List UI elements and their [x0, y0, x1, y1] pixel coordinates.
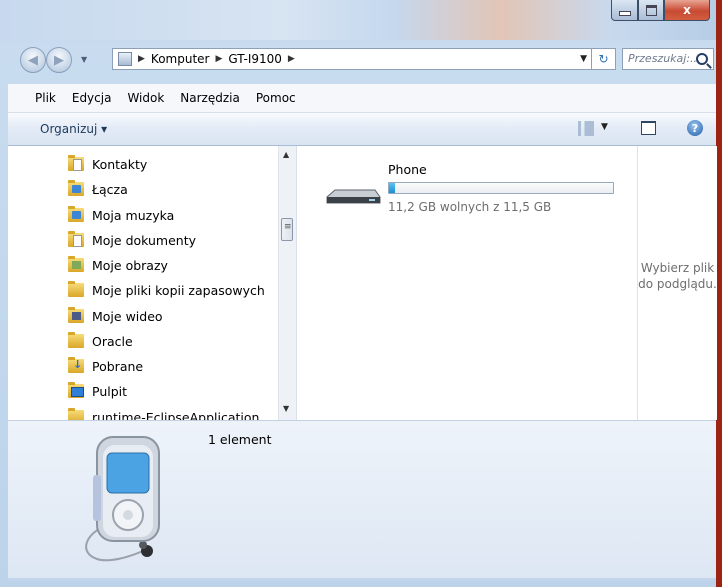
nav-item-runtime[interactable]: runtime-EclipseApplication [68, 406, 259, 420]
change-view-icon[interactable] [578, 121, 594, 136]
command-bar: Organizuj ▾ ▼ ? [8, 113, 716, 146]
links-folder-icon [68, 180, 84, 196]
scrollbar-thumb[interactable] [281, 218, 293, 241]
address-bar[interactable]: ▶ Komputer ▶ GT-I9100 ▶ ▼ [112, 48, 592, 70]
computer-icon [118, 52, 132, 66]
view-options-dropdown-icon[interactable]: ▼ [601, 122, 608, 132]
back-arrow-icon: ◀ [28, 52, 38, 68]
breadcrumb-chevron-icon[interactable]: ▶ [138, 54, 145, 64]
folder-icon [68, 408, 84, 420]
maximize-icon [645, 4, 657, 16]
menu-tools[interactable]: Narzędzia [172, 91, 248, 105]
close-icon: x [683, 3, 691, 17]
downloads-folder-icon [68, 357, 84, 373]
menu-view[interactable]: Widok [119, 91, 172, 105]
details-pane: 1 element [8, 420, 716, 579]
refresh-button[interactable]: ↻ [592, 48, 616, 70]
minimize-button[interactable] [611, 0, 638, 21]
breadcrumb-chevron-icon[interactable]: ▶ [288, 54, 295, 64]
preview-pane: Wybierz plik do podglądu. [637, 146, 717, 420]
menu-help[interactable]: Pomoc [248, 91, 304, 105]
scroll-up-icon[interactable]: ▲ [283, 150, 289, 159]
organize-button[interactable]: Organizuj ▾ [40, 122, 107, 136]
search-input[interactable]: Przeszukaj:... [622, 48, 714, 70]
nav-item-moje-dokumenty[interactable]: Moje dokumenty [68, 229, 196, 251]
maximize-button[interactable] [638, 0, 664, 21]
nav-item-label: Kontakty [92, 156, 148, 172]
nav-item-label: Moje obrazy [92, 257, 168, 273]
videos-folder-icon [68, 307, 84, 323]
drive-usage-fill [389, 183, 395, 193]
nav-item-label: runtime-EclipseApplication [92, 409, 260, 421]
nav-item-pobrane[interactable]: Pobrane [68, 355, 143, 377]
breadcrumb-device[interactable]: GT-I9100 [228, 52, 282, 66]
nav-item-label: Pulpit [92, 383, 128, 399]
nav-item-label: Moje pliki kopii zapasowych [92, 282, 265, 298]
help-icon[interactable]: ? [687, 120, 703, 136]
pictures-folder-icon [68, 256, 84, 272]
address-dropdown-icon[interactable]: ▼ [580, 54, 587, 64]
file-list: Phone 11,2 GB wolnych z 11,5 GB [296, 146, 637, 420]
close-button[interactable]: x [664, 0, 710, 21]
desktop-folder-icon [68, 382, 84, 398]
preview-pane-icon[interactable] [641, 121, 656, 135]
refresh-icon: ↻ [598, 52, 609, 66]
nav-item-label: Oracle [92, 333, 133, 349]
drive-icon[interactable] [325, 186, 381, 208]
folder-icon [68, 332, 84, 348]
nav-item-kontakty[interactable]: Kontakty [68, 153, 147, 175]
forward-arrow-icon: ▶ [54, 52, 64, 68]
menu-edit[interactable]: Edycja [64, 91, 120, 105]
back-button[interactable]: ◀ [20, 47, 46, 73]
nav-item-lacza[interactable]: Łącza [68, 178, 128, 200]
nav-item-moje-wideo[interactable]: Moje wideo [68, 305, 163, 327]
preview-message: Wybierz plik do podglądu. [638, 261, 717, 291]
nav-item-label: Moje wideo [92, 308, 163, 324]
drive-free-space: 11,2 GB wolnych z 11,5 GB [388, 200, 552, 214]
nav-item-label: Moja muzyka [92, 207, 175, 223]
nav-item-label: Moje dokumenty [92, 232, 197, 248]
item-count: 1 element [208, 432, 272, 447]
nav-item-pulpit[interactable]: Pulpit [68, 380, 127, 402]
breadcrumb-chevron-icon[interactable]: ▶ [215, 54, 222, 64]
drive-usage-bar [388, 182, 614, 194]
nav-item-moje-obrazy[interactable]: Moje obrazy [68, 254, 168, 276]
documents-folder-icon [68, 231, 84, 247]
folder-icon [68, 281, 84, 297]
minimize-icon [618, 10, 631, 16]
title-bar[interactable] [0, 0, 716, 40]
scroll-down-icon[interactable]: ▼ [283, 404, 289, 413]
nav-item-moja-muzyka[interactable]: Moja muzyka [68, 204, 174, 226]
nav-scrollbar[interactable]: ▲ ▼ [278, 146, 296, 420]
search-icon[interactable] [696, 53, 708, 65]
contacts-folder-icon [68, 155, 84, 171]
music-folder-icon [68, 206, 84, 222]
forward-button[interactable]: ▶ [46, 47, 72, 73]
menu-bar: Plik Edycja Widok Narzędzia Pomoc [8, 84, 716, 113]
navigation-pane: Kontakty Łącza Moja muzyka Moje dokument… [8, 146, 294, 420]
nav-item-label: Łącza [92, 181, 128, 197]
nav-item-label: Pobrane [92, 358, 144, 374]
nav-item-oracle[interactable]: Oracle [68, 330, 133, 352]
menu-file[interactable]: Plik [8, 91, 64, 105]
recent-pages-dropdown-icon[interactable]: ▼ [81, 55, 87, 64]
window-controls: x [611, 0, 710, 22]
drive-name[interactable]: Phone [388, 162, 427, 177]
search-placeholder: Przeszukaj:... [628, 52, 701, 65]
breadcrumb-computer[interactable]: Komputer [151, 52, 210, 66]
media-player-icon [85, 436, 160, 562]
window-bottom-edge [8, 578, 716, 581]
nav-item-moje-pliki-kopii[interactable]: Moje pliki kopii zapasowych [68, 279, 265, 301]
